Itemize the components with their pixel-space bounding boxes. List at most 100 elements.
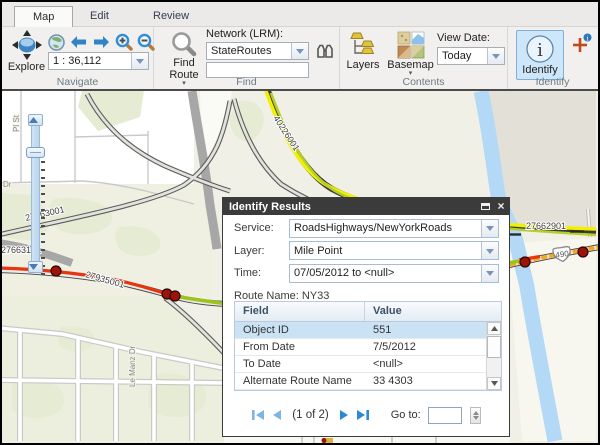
previous-page-icon: [272, 409, 282, 421]
zoom-in-icon[interactable]: [115, 33, 133, 51]
zoom-out-slider-button[interactable]: [28, 261, 43, 273]
ribbon-group-find: Find Route ▾ Network (LRM): StateRoutes: [154, 27, 340, 89]
table-cell-field: To Date: [235, 356, 365, 372]
layers-label: Layers: [346, 59, 379, 71]
service-label: Service:: [234, 222, 289, 234]
first-page-icon: [251, 409, 265, 421]
svg-text:i: i: [586, 34, 588, 42]
service-combobox[interactable]: RoadsHighways/NewYorkRoads: [289, 219, 499, 238]
binoculars-icon[interactable]: [316, 44, 334, 59]
basemap-button[interactable]: Basemap ▾: [385, 31, 436, 76]
dropdown-arrow-icon[interactable]: [481, 242, 498, 259]
tab-review[interactable]: Review: [135, 6, 207, 27]
slider-down-arrow-icon: [29, 264, 38, 270]
dropdown-arrow-icon[interactable]: [131, 53, 148, 69]
slider-up-arrow-icon: [29, 117, 38, 123]
view-date-value: Today: [438, 50, 487, 62]
table-cell-field: Object ID: [235, 322, 365, 338]
last-page-button[interactable]: [356, 409, 370, 421]
group-label-contents: Contents: [340, 76, 507, 88]
close-icon: ×: [497, 199, 504, 213]
goto-page-input[interactable]: [428, 407, 462, 424]
dropdown-arrow-icon[interactable]: [481, 220, 498, 237]
table-cell-value: 33 4303: [365, 373, 486, 389]
group-label-identify: Identify: [508, 76, 597, 88]
route-name-label: Route Name:: [234, 290, 299, 302]
next-page-icon: [339, 409, 349, 421]
service-value: RoadsHighways/NewYorkRoads: [290, 222, 481, 234]
zoom-slider-track[interactable]: [31, 119, 40, 268]
table-cell-value: <null>: [365, 356, 486, 372]
explore-button[interactable]: Explore: [6, 29, 47, 73]
scroll-down-arrow-icon: [491, 381, 498, 386]
table-scrollbar[interactable]: [486, 322, 501, 390]
navigate-icon-row: [48, 33, 155, 51]
maximize-icon: [481, 203, 490, 210]
route-name-value: NY33: [302, 290, 330, 302]
time-combobox[interactable]: 07/05/2012 to <null>: [289, 264, 499, 283]
tab-map[interactable]: Map: [14, 6, 73, 27]
scroll-down-button[interactable]: [487, 377, 501, 390]
network-combobox[interactable]: StateRoutes: [206, 42, 309, 60]
dropdown-arrow-icon[interactable]: [291, 43, 308, 59]
maximize-button[interactable]: [477, 201, 493, 213]
layer-combobox[interactable]: Mile Point: [289, 241, 499, 260]
street-label-le-manz-dr: Le Manz Dr: [128, 345, 137, 387]
zoom-in-slider-button[interactable]: [28, 114, 43, 126]
table-row[interactable]: Alternate Route Name 33 4303: [235, 373, 486, 390]
goto-spinner[interactable]: [470, 407, 481, 424]
tab-edit[interactable]: Edit: [72, 6, 127, 27]
table-row[interactable]: Object ID 551: [235, 322, 486, 339]
explore-label: Explore: [8, 61, 45, 73]
dropdown-arrow-icon[interactable]: [487, 48, 504, 64]
column-header-scroll-spacer: [486, 302, 501, 321]
pager: (1 of 2) Go to:: [223, 404, 509, 426]
identify-results-dialog: Identify Results × Service: RoadsHighway…: [222, 197, 510, 437]
next-page-button[interactable]: [339, 409, 349, 421]
map-scale-combobox[interactable]: 1 : 36,112: [48, 52, 149, 70]
table-cell-field: From Date: [235, 339, 365, 355]
forward-arrow-icon[interactable]: [92, 35, 111, 49]
layers-icon: [348, 31, 378, 59]
last-page-icon: [356, 409, 370, 421]
zoom-slider-thumb[interactable]: [26, 147, 45, 158]
ribbon-group-contents: Layers Basemap ▾ View Date:: [340, 27, 508, 89]
map-zoom-slider[interactable]: [24, 114, 48, 274]
scrollbar-thumb[interactable]: [487, 336, 501, 358]
view-date-column: View Date: Today: [437, 32, 507, 65]
layers-button[interactable]: Layers: [341, 31, 385, 71]
back-arrow-icon[interactable]: [69, 35, 88, 49]
street-label-pl: Pl St: [12, 114, 21, 132]
identify-button[interactable]: i Identify: [516, 30, 564, 80]
route-id-label-27662901: 27662901: [526, 221, 566, 231]
dialog-titlebar[interactable]: Identify Results ×: [223, 198, 509, 215]
table-row[interactable]: To Date <null>: [235, 356, 486, 373]
attribute-table: Field Value Object ID 551 From Date 7/5/…: [234, 301, 502, 391]
view-date-combobox[interactable]: Today: [437, 47, 505, 65]
ribbon-tab-strip: Map Edit Review: [2, 2, 598, 27]
previous-page-button[interactable]: [272, 409, 282, 421]
close-button[interactable]: ×: [493, 199, 509, 214]
attribute-table-header: Field Value: [235, 302, 501, 322]
column-header-field: Field: [235, 302, 365, 321]
table-cell-value: 7/5/2012: [365, 339, 486, 355]
route-name-row: Route Name: NY33: [234, 290, 499, 302]
table-cell-value: 551: [365, 322, 486, 338]
explore-icon: [11, 29, 43, 61]
scroll-up-button[interactable]: [487, 322, 501, 335]
dropdown-arrow-icon[interactable]: [481, 265, 498, 282]
zoom-out-icon[interactable]: [137, 33, 155, 51]
map-scale-value: 1 : 36,112: [49, 55, 131, 67]
svg-text:i: i: [537, 40, 543, 61]
identify-route-location-icon[interactable]: i: [571, 33, 593, 53]
layer-label: Layer:: [234, 245, 289, 257]
globe-icon[interactable]: [48, 34, 65, 51]
map-streets-under-dialog: [224, 437, 510, 443]
first-page-button[interactable]: [251, 409, 265, 421]
table-cell-field: Alternate Route Name: [235, 373, 365, 389]
find-route-icon: [171, 31, 197, 57]
column-header-value: Value: [365, 302, 486, 321]
table-row[interactable]: From Date 7/5/2012: [235, 339, 486, 356]
find-route-label-line1: Find: [162, 57, 206, 69]
goto-label: Go to:: [391, 409, 421, 421]
